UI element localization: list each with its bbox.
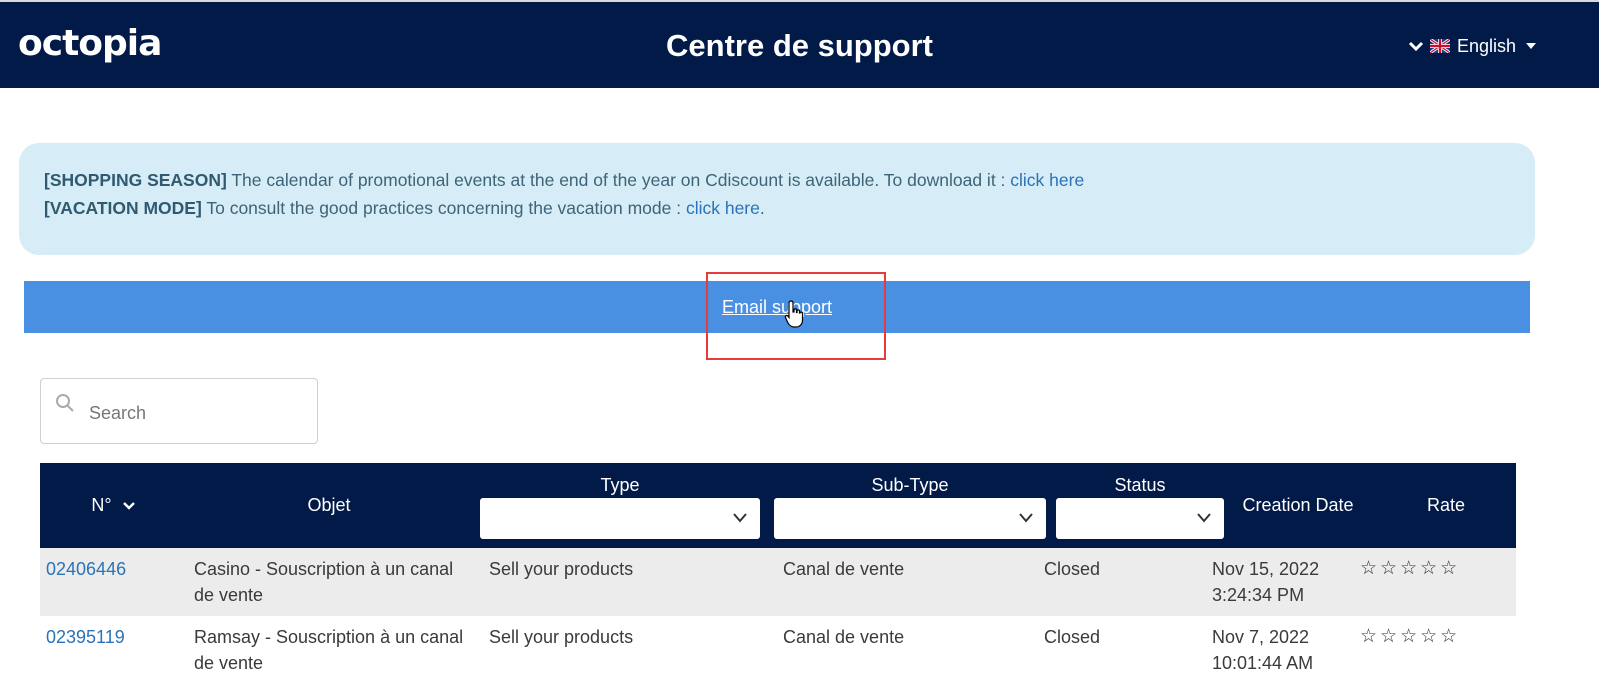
caret-down-icon <box>1526 43 1537 49</box>
shopping-season-link[interactable]: click here <box>1010 170 1084 190</box>
tickets-table: N° Objet Type Sub-Type Status Creation D… <box>40 463 1516 684</box>
objet-line: Casino - Souscription à un canal <box>194 559 454 579</box>
creation-date-cell: Nov 15, 2022 3:24:34 PM <box>1212 556 1319 608</box>
status-cell: Closed <box>1044 627 1101 647</box>
objet-line: de vente <box>194 653 264 673</box>
date-line: Nov 7, 2022 <box>1212 627 1310 647</box>
subtype-cell: Canal de vente <box>783 559 905 579</box>
table-row[interactable]: 02406446 Casino - Souscription à un cana… <box>40 548 1516 616</box>
time-line: 3:24:34 PM <box>1212 585 1305 605</box>
alert-line-shopping: [SHOPPING SEASON] The calendar of promot… <box>44 166 1510 194</box>
alert-line-vacation: [VACATION MODE] To consult the good prac… <box>44 194 1510 222</box>
vacation-mode-link[interactable]: click here <box>686 198 760 218</box>
chevron-down-icon <box>1408 41 1424 52</box>
column-rate: Rate <box>1426 495 1466 515</box>
objet-cell: Casino - Souscription à un canal de vent… <box>194 556 474 608</box>
chevron-down-icon <box>1019 513 1033 523</box>
column-objet: Objet <box>307 495 351 515</box>
uk-flag-icon <box>1430 39 1450 53</box>
creation-date-cell: Nov 7, 2022 10:01:44 AM <box>1212 624 1313 676</box>
date-line: Nov 15, 2022 <box>1212 559 1320 579</box>
column-creation-date: Creation Date <box>1242 495 1354 515</box>
table-row[interactable]: 02395119 Ramsay - Souscription à un cana… <box>40 616 1516 684</box>
search-input[interactable] <box>87 399 301 427</box>
subtype-cell: Canal de vente <box>783 627 905 647</box>
language-label: English <box>1457 36 1517 56</box>
chevron-down-icon <box>733 513 747 523</box>
search-icon <box>56 394 74 412</box>
ticket-number-link[interactable]: 02406446 <box>46 559 126 579</box>
search-box[interactable] <box>40 378 318 444</box>
column-status: Status <box>1114 475 1166 495</box>
info-alert: [SHOPPING SEASON] The calendar of promot… <box>19 143 1535 255</box>
column-number-label: N° <box>91 495 112 515</box>
hand-cursor-icon <box>784 300 804 328</box>
column-number[interactable]: N° <box>40 495 186 516</box>
objet-cell: Ramsay - Souscription à un canal de vent… <box>194 624 474 676</box>
objet-line: Ramsay - Souscription à un canal <box>194 627 464 647</box>
type-cell: Sell your products <box>489 559 634 579</box>
language-selector[interactable]: English <box>1408 34 1537 58</box>
alert-period: . <box>759 198 765 218</box>
status-filter-select[interactable] <box>1056 498 1224 539</box>
type-cell: Sell your products <box>489 627 634 647</box>
ticket-number-cell: 02406446 <box>46 556 126 582</box>
column-subtype: Sub-Type <box>871 475 949 495</box>
sort-chevron-icon <box>122 502 135 510</box>
table-header: N° Objet Type Sub-Type Status Creation D… <box>40 463 1516 548</box>
rating-stars[interactable]: ☆☆☆☆☆ <box>1360 624 1460 650</box>
time-line: 10:01:44 AM <box>1212 653 1314 673</box>
objet-line: de vente <box>194 585 264 605</box>
alert-text-vacation: To consult the good practices concerning… <box>201 198 686 218</box>
top-bar: octopia Centre de support English <box>0 0 1599 88</box>
page-title: Centre de support <box>666 28 933 63</box>
ticket-number-link[interactable]: 02395119 <box>46 627 125 647</box>
alert-text-shopping: The calendar of promotional events at th… <box>226 170 1011 190</box>
type-filter-select[interactable] <box>480 498 760 539</box>
rating-stars[interactable]: ☆☆☆☆☆ <box>1360 556 1460 582</box>
subtype-filter-select[interactable] <box>774 498 1046 539</box>
alert-tag-shopping: [SHOPPING SEASON] <box>44 170 227 190</box>
ticket-number-cell: 02395119 <box>46 624 125 650</box>
status-cell: Closed <box>1044 559 1101 579</box>
alert-tag-vacation: [VACATION MODE] <box>44 198 202 218</box>
chevron-down-icon <box>1197 513 1211 523</box>
column-type: Type <box>600 475 640 495</box>
